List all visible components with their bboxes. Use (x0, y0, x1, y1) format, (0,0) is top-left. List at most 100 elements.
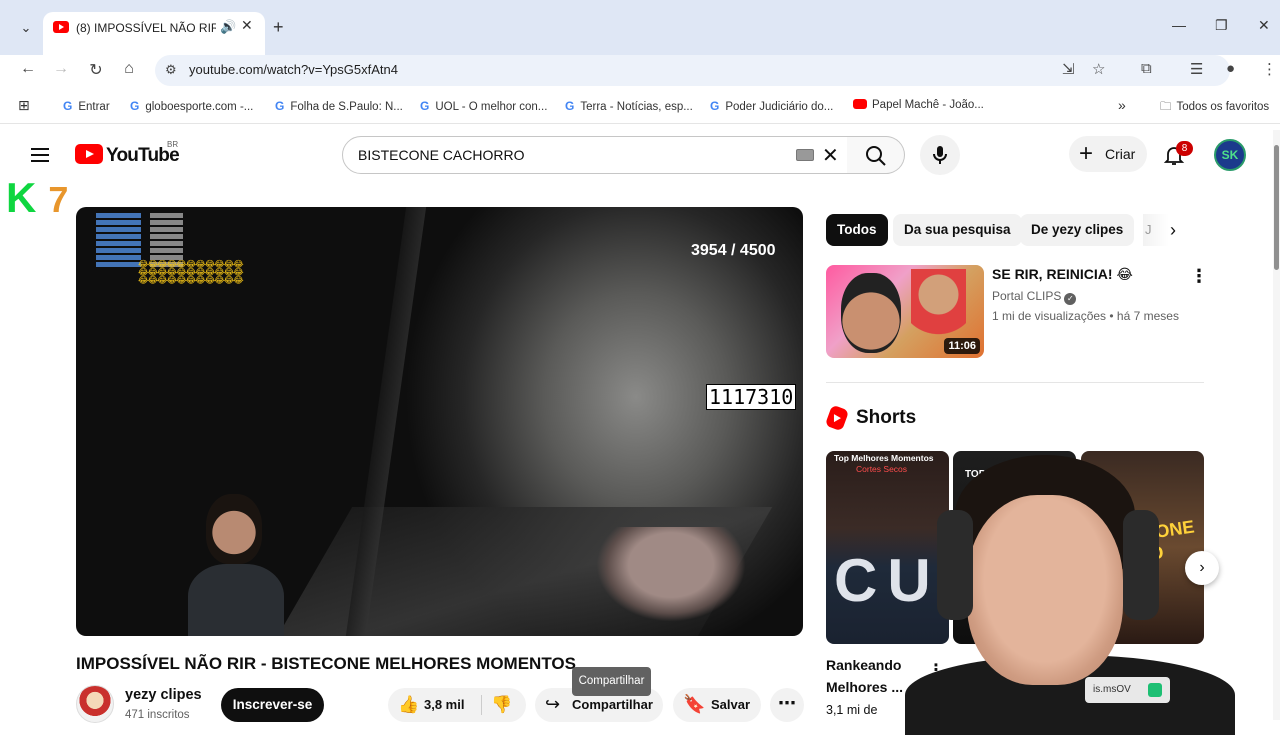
like-icon[interactable]: 👍 (398, 695, 419, 715)
flashlight-hand (596, 527, 746, 622)
subscribe-button[interactable]: Inscrever-se (221, 688, 324, 722)
google-icon: G (63, 99, 73, 113)
save-button[interactable]: 🔖 Salvar (673, 688, 761, 722)
save-label: Salvar (711, 697, 751, 712)
emoji-overlay: 😂😂😂😂😂😂😂😂😂😂😂 😂😂😂😂😂😂😂😂😂😂😂 😂😂😂😂😂😂😂😂😂😂😂 (138, 259, 244, 285)
recommendation-title[interactable]: SE RIR, REINICIA! 😂 (992, 266, 1133, 283)
bookmark-star-icon[interactable]: ☆ (1092, 60, 1105, 78)
bookmark-terra[interactable]: G Terra - Notícias, esp... (565, 99, 693, 113)
youtube-play-icon (75, 144, 103, 164)
new-tab-button[interactable]: + (273, 17, 284, 38)
bookmark-poder-judiciario[interactable]: G Poder Judiciário do... (710, 99, 833, 113)
search-query-text[interactable]: BISTECONE CACHORRO (358, 147, 524, 163)
goal-counter: 3954 / 4500 (691, 242, 776, 259)
keyboard-icon[interactable] (796, 149, 814, 161)
bookmark-label: Terra - Notícias, esp... (580, 101, 693, 113)
like-dislike-group: 👍 3,8 mil 👎 (388, 688, 526, 722)
like-count[interactable]: 3,8 mil (424, 697, 464, 712)
forward-icon[interactable]: → (50, 60, 72, 78)
streamer-facecam (188, 494, 284, 636)
apps-grid-icon[interactable]: ⊞ (18, 97, 30, 114)
address-bar[interactable]: ⚙ youtube.com/watch?v=YpsG5xfAtn4 ⇲ ☆ (155, 55, 1230, 86)
channel-avatar[interactable] (76, 685, 114, 723)
verified-icon: ✓ (1064, 293, 1077, 305)
scrollbar-thumb[interactable] (1274, 145, 1279, 270)
site-settings-icon[interactable]: ⚙ (165, 62, 177, 78)
google-icon: G (710, 99, 720, 113)
chip-all[interactable]: Todos (826, 214, 888, 246)
url-text[interactable]: youtube.com/watch?v=YpsG5xfAtn4 (189, 62, 398, 77)
more-bookmarks-icon[interactable]: » (1118, 97, 1126, 113)
tab-search-chevron-icon[interactable]: ⌄ (14, 16, 38, 40)
search-input[interactable]: BISTECONE CACHORRO ✕ (342, 136, 848, 174)
hamburger-menu-icon[interactable] (31, 146, 51, 162)
headset-right (1123, 510, 1159, 620)
create-button[interactable]: + Criar (1069, 136, 1147, 172)
bookmark-label: Papel Machê - João... (872, 99, 984, 111)
profile-icon[interactable]: ● (1226, 60, 1235, 77)
speaker-icon[interactable]: 🔊 (220, 19, 236, 35)
bookmark-papel-mache[interactable]: Papel Machê - João... (853, 99, 984, 111)
google-icon: G (275, 99, 285, 113)
bookmark-label: globoesporte.com -... (145, 101, 254, 113)
home-icon[interactable]: ⌂ (118, 60, 140, 78)
google-icon: G (420, 99, 430, 113)
recommendation-meta: 1 mi de visualizações • há 7 meses (992, 309, 1179, 323)
share-icon: ↪ (545, 694, 561, 714)
search-button[interactable] (847, 136, 905, 174)
chip-from-channel[interactable]: De yezy clipes (1020, 214, 1135, 246)
youtube-favicon-icon (53, 21, 69, 33)
channel-label: Portal CLIPS (992, 289, 1062, 303)
bookmark-label: Folha de S.Paulo: N... (290, 101, 403, 113)
recommendation-thumbnail[interactable]: 11:06 (826, 265, 984, 358)
short-views: 3,1 mi de (826, 703, 878, 717)
dislike-icon[interactable]: 👎 (491, 695, 512, 715)
notification-badge: 8 (1176, 141, 1193, 156)
video-player[interactable]: 😂😂😂😂😂😂😂😂😂😂😂 😂😂😂😂😂😂😂😂😂😂😂 😂😂😂😂😂😂😂😂😂😂😂 3954 /… (76, 207, 803, 636)
bookmark-label: Poder Judiciário do... (725, 101, 834, 113)
voice-search-button[interactable] (920, 135, 960, 175)
browser-tab-active[interactable]: (8) IMPOSSÍVEL NÃO RIR - I 🔊 ✕ (43, 12, 265, 55)
browser-menu-icon[interactable]: ⋮ (1262, 60, 1277, 78)
tab-title: (8) IMPOSSÍVEL NÃO RIR - I (76, 21, 216, 35)
bookmark-label: Entrar (78, 101, 110, 113)
clear-search-icon[interactable]: ✕ (822, 143, 839, 168)
all-favorites-label: Todos os favoritos (1176, 101, 1270, 113)
window-close-icon[interactable]: ✕ (1258, 17, 1270, 34)
chip-partial[interactable]: J (1143, 214, 1169, 246)
chevron-right-icon[interactable]: › (1170, 220, 1176, 241)
recommendation-channel[interactable]: Portal CLIPS ✓ (992, 289, 1077, 305)
channel-name[interactable]: yezy clipes (125, 687, 202, 703)
bookmark-entrar[interactable]: G Entrar (63, 99, 110, 113)
view-counter-overlay: 1117310 (706, 384, 797, 410)
overlay-letter: K (6, 174, 49, 221)
bookmark-globoesporte[interactable]: Ggloboesporte.com -... (130, 99, 253, 113)
reload-icon[interactable]: ↻ (85, 60, 107, 80)
streamer-facecam-overlay: is.msOV (905, 455, 1235, 735)
back-icon[interactable]: ← (17, 60, 39, 78)
chip-from-search[interactable]: Da sua pesquisa (893, 214, 1022, 246)
minimize-icon[interactable]: — (1172, 17, 1186, 33)
extensions-icon[interactable]: ⧉ (1141, 60, 1152, 77)
shorts-section-title: Shorts (856, 407, 917, 428)
all-favorites-folder[interactable]: 🗀 Todos os favoritos (1160, 99, 1269, 118)
google-icon: G (130, 99, 140, 113)
install-app-icon[interactable]: ⇲ (1062, 60, 1075, 78)
stream-overlay-logo: K7 (6, 174, 80, 222)
kebab-menu-icon[interactable]: ⋮ (1190, 266, 1208, 287)
page-scrollbar[interactable] (1273, 130, 1280, 720)
bookmark-uol[interactable]: G UOL - O melhor con... (420, 99, 547, 113)
account-avatar[interactable]: SK (1214, 139, 1246, 171)
shorts-next-button[interactable]: › (1185, 551, 1219, 585)
bookmark-label: UOL - O melhor con... (435, 101, 548, 113)
video-title: IMPOSSÍVEL NÃO RIR - BISTECONE MELHORES … (76, 654, 576, 673)
share-label: Compartilhar (572, 697, 653, 712)
bookmarks-bar: ⊞ G Entrar Ggloboesporte.com -... G Folha … (0, 90, 1280, 124)
search-icon (866, 146, 886, 166)
more-actions-button[interactable]: ⋯ (770, 688, 804, 722)
close-tab-icon[interactable]: ✕ (241, 17, 253, 34)
bookmark-folha[interactable]: G Folha de S.Paulo: N... (275, 99, 403, 113)
restore-icon[interactable]: ❐ (1215, 17, 1228, 34)
reading-list-icon[interactable]: ☰ (1190, 60, 1203, 78)
video-duration: 11:06 (944, 338, 980, 354)
